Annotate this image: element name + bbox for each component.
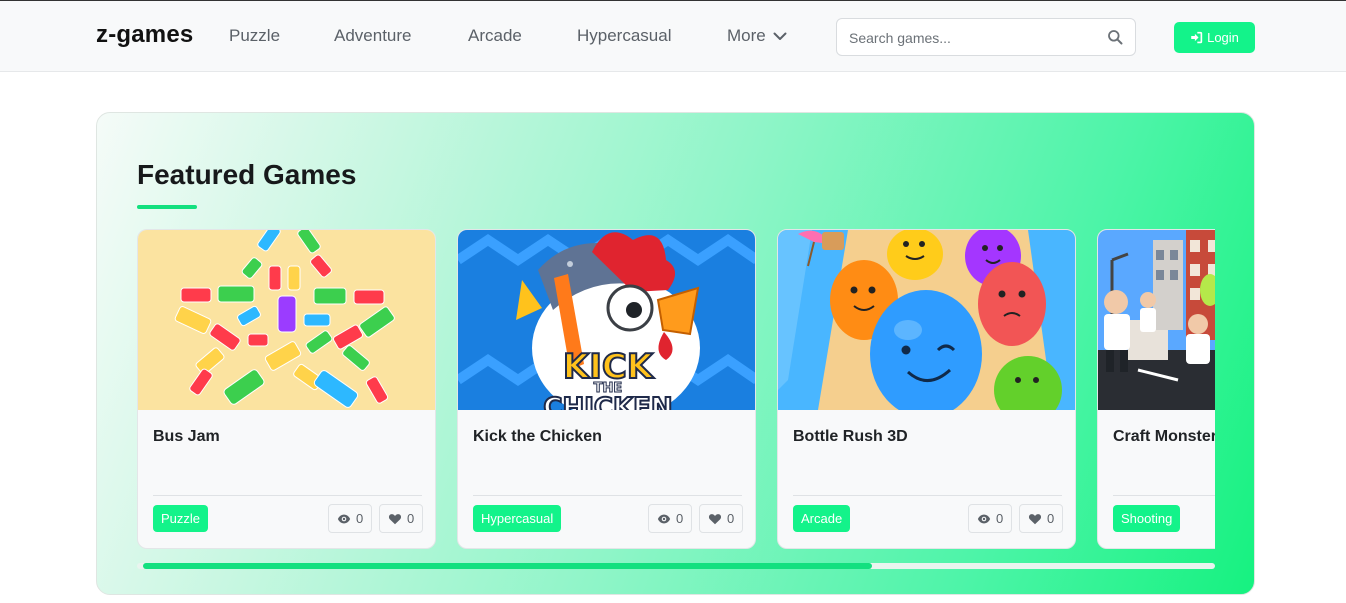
game-title[interactable]: Bus Jam	[153, 428, 220, 446]
nav-more-dropdown[interactable]: More	[727, 26, 788, 46]
heart-icon	[1028, 513, 1042, 524]
chevron-down-icon	[773, 32, 787, 40]
eye-icon	[337, 514, 351, 523]
like-button[interactable]: 0	[699, 504, 744, 533]
nav-link-arcade[interactable]: Arcade	[468, 26, 522, 46]
game-title[interactable]: Craft Monster	[1113, 428, 1215, 446]
login-button[interactable]: Login	[1174, 22, 1255, 53]
site-logo[interactable]: z-games	[96, 21, 193, 49]
views-count: 0	[676, 511, 684, 526]
game-card-bottle-rush-3d[interactable]: Bottle Rush 3D Arcade 0 0	[777, 229, 1076, 549]
category-tag[interactable]: Puzzle	[153, 505, 209, 532]
views-count: 0	[356, 511, 364, 526]
views-counter: 0	[328, 504, 373, 533]
card-divider	[793, 495, 1062, 496]
title-underline	[137, 205, 197, 209]
likes-count: 0	[727, 511, 735, 526]
top-navbar: z-games Puzzle Adventure Arcade Hypercas…	[0, 0, 1346, 72]
heart-icon	[708, 513, 722, 524]
search-icon[interactable]	[1107, 29, 1123, 45]
category-tag[interactable]: Hypercasual	[473, 505, 562, 532]
like-button[interactable]: 0	[379, 504, 424, 533]
login-label: Login	[1207, 30, 1239, 45]
sign-in-icon	[1191, 31, 1203, 44]
carousel-scroll-thumb[interactable]	[143, 563, 872, 569]
card-divider	[1113, 495, 1215, 496]
bus-jam-thumbnail[interactable]	[138, 230, 435, 410]
eye-icon	[657, 514, 671, 523]
likes-count: 0	[1047, 511, 1055, 526]
game-card-kick-the-chicken[interactable]: KICK THE CHICKEN Kick the Chicken Hyperc…	[457, 229, 756, 549]
game-title[interactable]: Kick the Chicken	[473, 428, 602, 446]
search-input[interactable]	[849, 28, 1099, 48]
carousel-scrollbar[interactable]	[137, 563, 1215, 569]
heart-icon	[388, 513, 402, 524]
card-divider	[153, 495, 422, 496]
game-card-craft-monster[interactable]: Craft Monster Shooting	[1097, 229, 1215, 549]
card-divider	[473, 495, 742, 496]
search-box	[836, 18, 1136, 56]
likes-count: 0	[407, 511, 415, 526]
category-tag[interactable]: Shooting	[1113, 505, 1181, 532]
like-button[interactable]: 0	[1019, 504, 1064, 533]
eye-icon	[977, 514, 991, 523]
views-count: 0	[996, 511, 1004, 526]
game-carousel[interactable]: Bus Jam Puzzle 0 0 KICK THE CHICKEN Kick…	[137, 229, 1215, 549]
craft-monster-thumbnail[interactable]	[1098, 230, 1215, 410]
kick-the-chicken-thumbnail[interactable]: KICK THE CHICKEN	[458, 230, 755, 410]
nav-link-hypercasual[interactable]: Hypercasual	[577, 26, 672, 46]
views-counter: 0	[648, 504, 693, 533]
section-title: Featured Games	[137, 159, 357, 190]
game-card-bus-jam[interactable]: Bus Jam Puzzle 0 0	[137, 229, 436, 549]
category-tag[interactable]: Arcade	[793, 505, 851, 532]
game-title[interactable]: Bottle Rush 3D	[793, 428, 908, 446]
featured-games-panel: Featured Games Bus Jam Puzzle 0 0 KICK T…	[96, 112, 1255, 595]
nav-more-label: More	[727, 26, 766, 45]
bottle-rush-3d-thumbnail[interactable]	[778, 230, 1075, 410]
nav-link-puzzle[interactable]: Puzzle	[229, 26, 280, 46]
thumbnail-title-chicken: CHICKEN	[543, 393, 672, 410]
nav-link-adventure[interactable]: Adventure	[334, 26, 412, 46]
views-counter: 0	[968, 504, 1013, 533]
